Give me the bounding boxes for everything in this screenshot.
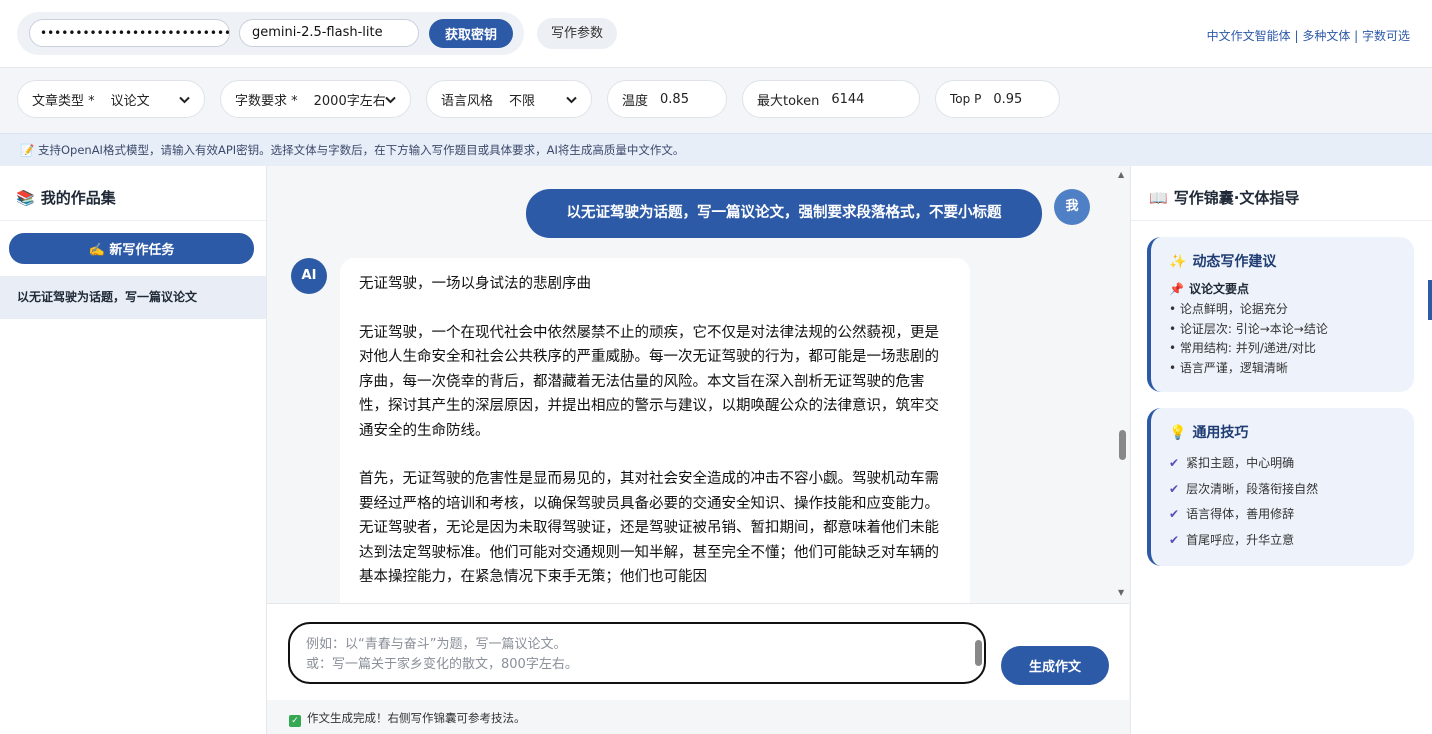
essay-paragraph: 无证驾驶，一个在现代社会中依然屡禁不止的顽疾，它不仅是对法律法规的公然藐视，更是… xyxy=(359,324,939,439)
top-p-label: Top P xyxy=(950,92,982,106)
top-bar: •••••••••••••••••••••••••••••••••••••• g… xyxy=(0,0,1432,68)
top-p-input[interactable]: Top P 0.95 xyxy=(935,80,1060,118)
article-type-label: 文章类型 * xyxy=(32,93,95,109)
check-icon: ✓ xyxy=(289,715,301,727)
tip-line: ✔ 紧扣主题，中心明确 xyxy=(1169,456,1295,470)
chat-area: 以无证驾驶为话题，写一篇议论文，强制要求段落格式，不要小标题 我 AI 无证驾驶… xyxy=(267,166,1129,603)
general-tips-card: 💡 通用技巧 ✔ 紧扣主题，中心明确 ✔ 层次清晰，段落衔接自然 ✔ 语言得体，善用修辞… xyxy=(1147,408,1414,566)
guide-title: 📖 写作锦囊·文体指导 xyxy=(1149,189,1300,207)
scroll-down-icon[interactable]: ▼ xyxy=(1118,588,1124,597)
page-scroll-indicator[interactable] xyxy=(1428,280,1432,320)
status-bar: ✓ 作文生成完成！右侧写作锦囊可参考技法。 xyxy=(267,700,1129,734)
scroll-up-icon[interactable]: ▲ xyxy=(1118,170,1124,179)
dynamic-advice-title: ✨ 动态写作建议 xyxy=(1169,254,1277,270)
dynamic-advice-subtitle: 📌 议论文要点 xyxy=(1169,282,1249,296)
max-token-label: 最大token xyxy=(757,93,820,109)
user-avatar: 我 xyxy=(1054,189,1090,225)
tip-line: ✔ 层次清晰，段落衔接自然 xyxy=(1169,481,1319,496)
check-mark-icon: ✔ xyxy=(1169,507,1180,521)
scroll-thumb[interactable] xyxy=(1119,430,1126,460)
sparkles-icon: ✨ xyxy=(1169,254,1187,270)
max-token-value: 6144 xyxy=(831,91,865,107)
chat-scrollbar[interactable]: ▲ ▼ xyxy=(1115,166,1129,603)
api-key-input[interactable]: •••••••••••••••••••••••••••••••••••••• xyxy=(29,19,230,47)
works-sidebar: 📚 我的作品集 ✍️ 新写作任务 以无证驾驶为话题，写一篇议论文 xyxy=(0,166,267,734)
article-type-value: 议论文 xyxy=(110,93,150,109)
works-title: 📚 我的作品集 xyxy=(16,189,116,207)
top-p-value: 0.95 xyxy=(993,91,1023,107)
word-count-label: 字数要求 * xyxy=(235,93,298,109)
lightbulb-icon: 💡 xyxy=(1169,425,1187,441)
composer: 例如：以“青春与奋斗”为题，写一篇议论文。 或：写一篇关于家乡变化的散文，800… xyxy=(267,603,1129,700)
pin-icon: 📌 xyxy=(1169,282,1184,296)
temperature-label: 温度 xyxy=(622,93,649,109)
essay-title: 无证驾驶，一场以身试法的悲剧序曲 xyxy=(359,276,591,292)
user-message: 以无证驾驶为话题，写一篇议论文，强制要求段落格式，不要小标题 xyxy=(526,189,1042,238)
advice-line: • 常用结构: 并列/递进/对比 xyxy=(1169,341,1316,355)
chevron-down-icon xyxy=(385,93,396,107)
advice-line: • 论点鲜明，论据充分 xyxy=(1169,302,1288,316)
new-task-button[interactable]: ✍️ 新写作任务 xyxy=(9,233,254,264)
guide-panel: 📖 写作锦囊·文体指导 ✨ 动态写作建议 📌 议论文要点 • 论点鲜明，论据充分 • … xyxy=(1130,166,1432,734)
model-input[interactable]: gemini-2.5-flash-lite xyxy=(239,19,419,47)
get-key-button[interactable]: 获取密钥 xyxy=(429,19,513,48)
api-key-group: •••••••••••••••••••••••••••••••••••••• g… xyxy=(17,12,524,55)
essay-paragraph: 首先，无证驾驶的危害性是显而易见的，其对社会安全造成的冲击不容小觑。驾驶机动车需… xyxy=(359,471,939,585)
tip-line: ✔ 语言得体，善用修辞 xyxy=(1169,507,1295,521)
article-type-select[interactable]: 文章类型 * 议论文 xyxy=(17,80,205,118)
dynamic-advice-card: ✨ 动态写作建议 📌 议论文要点 • 论点鲜明，论据充分 • 论证层次: 引论→本论… xyxy=(1147,237,1414,392)
tip-line: ✔ 首尾呼应，升华立意 xyxy=(1169,532,1295,547)
book-icon: 📖 xyxy=(1149,189,1168,207)
ai-message: 无证驾驶，一场以身试法的悲剧序曲 无证驾驶，一个在现代社会中依然屡禁不止的顽疾，… xyxy=(340,258,970,603)
writing-params-button[interactable]: 写作参数 xyxy=(537,18,617,49)
brand-tags: 中文作文智能体 | 多种文体 | 字数可选 xyxy=(1206,29,1410,43)
prompt-scrollbar[interactable] xyxy=(975,640,982,666)
sidebar-item-work[interactable]: 以无证驾驶为话题，写一篇议论文 xyxy=(0,276,266,319)
temperature-input[interactable]: 温度 0.85 xyxy=(607,80,727,118)
prompt-input[interactable]: 例如：以“青春与奋斗”为题，写一篇议论文。 或：写一篇关于家乡变化的散文，800… xyxy=(288,622,986,684)
divider xyxy=(1131,220,1432,221)
settings-row: 文章类型 * 议论文 字数要求 * 2000字左右 语言风格 不限 温度 0.8… xyxy=(0,68,1432,133)
temperature-value: 0.85 xyxy=(660,91,689,107)
check-mark-icon: ✔ xyxy=(1169,456,1180,470)
status-text: 作文生成完成！右侧写作锦囊可参考技法。 xyxy=(307,711,526,725)
word-count-value: 2000字左右 xyxy=(313,93,386,109)
general-tips-title: 💡 通用技巧 xyxy=(1169,425,1249,441)
language-style-label: 语言风格 xyxy=(441,93,494,109)
advice-line: • 语言严谨，逻辑清晰 xyxy=(1169,360,1288,375)
check-mark-icon: ✔ xyxy=(1169,481,1180,496)
ai-avatar: AI xyxy=(291,258,327,294)
books-icon: 📚 xyxy=(16,189,35,207)
language-style-select[interactable]: 语言风格 不限 xyxy=(426,80,592,118)
divider xyxy=(0,220,266,221)
word-count-select[interactable]: 字数要求 * 2000字左右 xyxy=(220,80,411,118)
check-mark-icon: ✔ xyxy=(1169,532,1180,547)
chevron-down-icon xyxy=(179,93,190,107)
max-token-input[interactable]: 最大token 6144 xyxy=(742,80,920,118)
chevron-down-icon xyxy=(566,93,577,107)
advice-line: • 论证层次: 引论→本论→结论 xyxy=(1169,321,1328,336)
language-style-value: 不限 xyxy=(509,93,536,109)
generate-button[interactable]: 生成作文 xyxy=(1001,646,1109,685)
info-note: 📝 支持OpenAI格式模型，请输入有效API密钥。选择文体与字数后，在下方输入… xyxy=(0,133,1432,166)
